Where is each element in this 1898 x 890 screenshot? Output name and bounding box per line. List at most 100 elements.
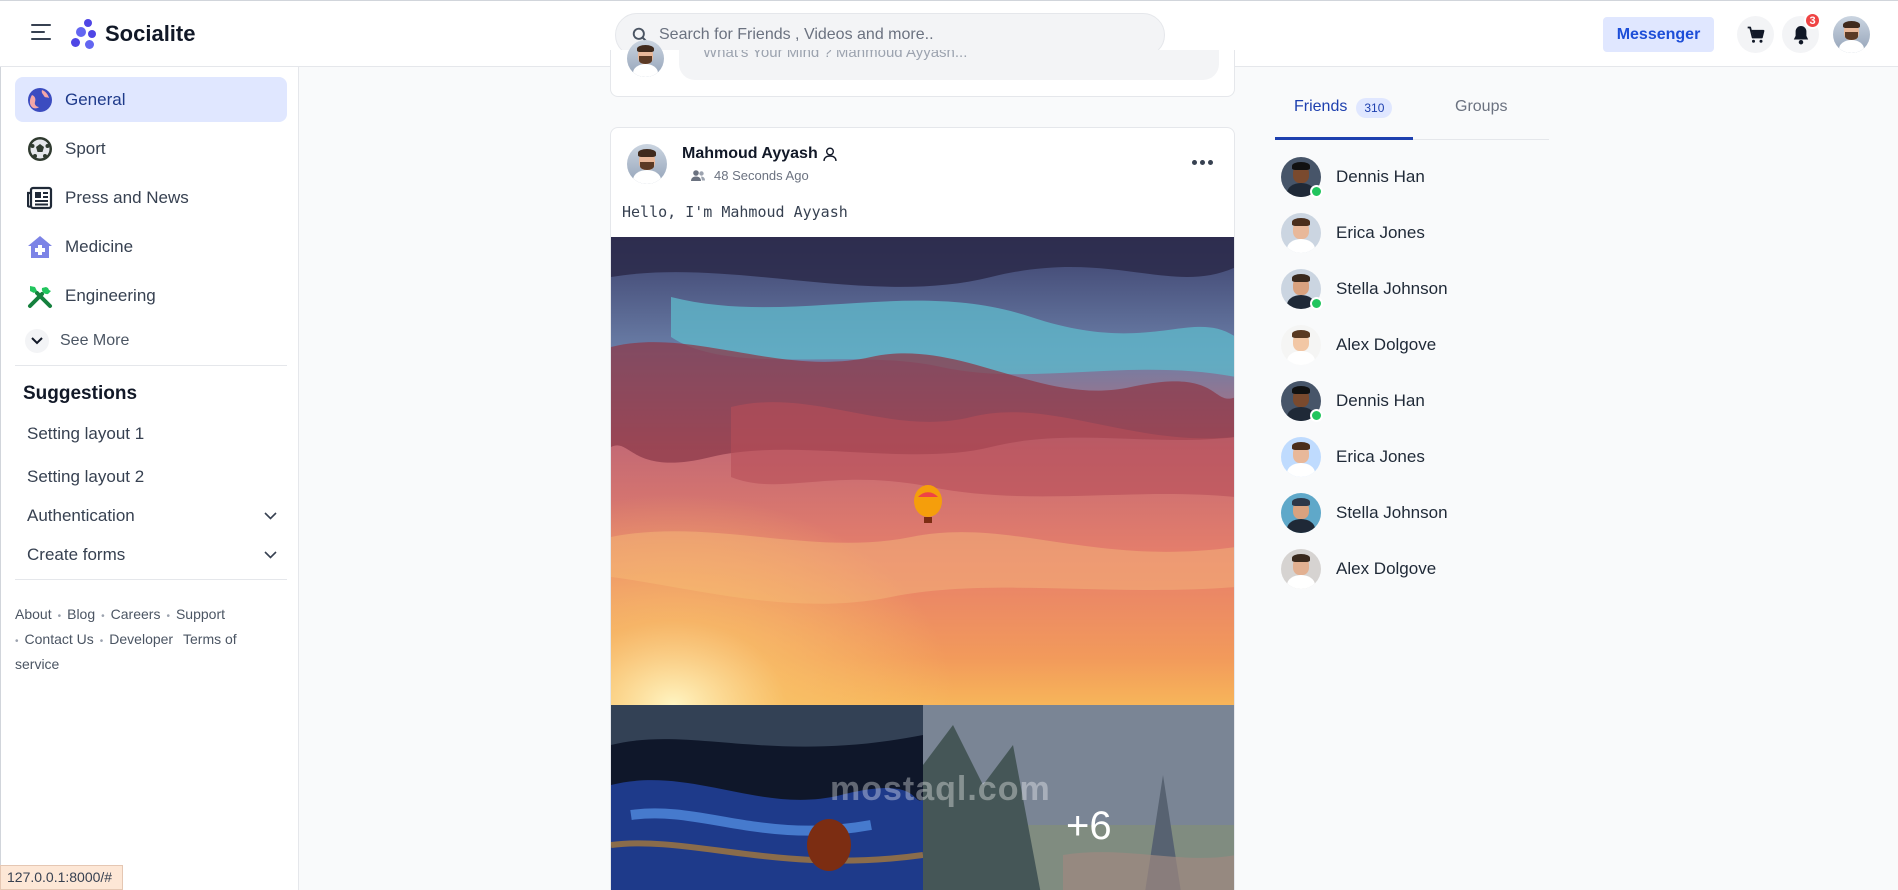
friend-item[interactable]: Erica Jones	[1281, 213, 1425, 253]
footer-link-developer[interactable]: Developer	[109, 631, 173, 647]
chevron-down-icon	[25, 329, 49, 353]
cart-icon	[1747, 26, 1764, 43]
see-more-label: See More	[60, 332, 130, 349]
post-timestamp: 48 Seconds Ago	[690, 168, 809, 183]
composer-input[interactable]: What's Your Mind ? Mahmoud Ayyash...	[679, 50, 1219, 80]
post-author-avatar[interactable]	[627, 144, 667, 184]
see-more-button[interactable]: See More	[25, 329, 129, 353]
composer-placeholder: What's Your Mind ? Mahmoud Ayyash...	[703, 50, 968, 61]
sidebar-item-label: General	[65, 89, 126, 109]
messenger-button[interactable]: Messenger	[1603, 17, 1714, 52]
soccer-ball-icon	[27, 136, 53, 162]
post-author-name: Mahmoud Ayyash	[682, 145, 818, 162]
friend-name: Dennis Han	[1336, 167, 1425, 186]
footer-link-contact-us[interactable]: Contact Us	[25, 631, 94, 647]
sidebar-item-engineering[interactable]: Engineering	[15, 273, 287, 318]
online-status-indicator	[1310, 185, 1323, 198]
sidebar-item-label: Medicine	[65, 236, 134, 256]
notification-count-badge: 3	[1804, 12, 1821, 29]
suggestion-create-forms[interactable]: Create forms	[27, 545, 277, 565]
friend-name: Alex Dolgove	[1336, 335, 1437, 354]
friend-name: Erica Jones	[1336, 447, 1425, 466]
post-composer: What's Your Mind ? Mahmoud Ayyash...	[610, 40, 1235, 97]
friend-name: Erica Jones	[1336, 223, 1425, 242]
footer-link-about[interactable]: About	[15, 606, 52, 622]
brand-name: Socialite	[105, 21, 196, 46]
suggestion-authentication[interactable]: Authentication	[27, 506, 277, 526]
status-bar-url: 127.0.0.1:8000/#	[0, 865, 123, 890]
tools-icon	[27, 283, 53, 309]
friend-item[interactable]: Alex Dolgove	[1281, 325, 1436, 365]
footer-links: About • Blog • Careers • Support • Contact Us • D…	[15, 606, 237, 672]
friend-item[interactable]: Stella Johnson	[1281, 493, 1448, 533]
sidebar-item-press-and-news[interactable]: Press and News	[15, 175, 287, 220]
friend-item[interactable]: Dennis Han	[1281, 157, 1425, 198]
friend-avatar	[1281, 493, 1321, 533]
footer-link-careers[interactable]: Careers	[111, 606, 161, 622]
post-author[interactable]: Mahmoud Ayyash	[682, 145, 837, 163]
friend-avatar	[1281, 437, 1321, 477]
sidebar-item-label: Sport	[65, 138, 106, 158]
online-status-indicator	[1310, 297, 1323, 310]
search-input[interactable]	[659, 26, 1139, 44]
friends-count-badge: 310	[1356, 98, 1393, 118]
notifications-button[interactable]: 3	[1782, 12, 1821, 53]
suggestion-label: Setting layout 2	[27, 467, 145, 486]
user-icon	[823, 147, 837, 161]
friend-name: Alex Dolgove	[1336, 559, 1437, 578]
friend-name: Dennis Han	[1336, 391, 1425, 410]
tab-groups-label: Groups	[1455, 98, 1508, 115]
sky-balloon-image	[611, 237, 1234, 705]
friend-avatar	[1281, 157, 1323, 198]
suggestion-label: Authentication	[27, 506, 135, 525]
friends-audience-icon	[691, 170, 705, 181]
tab-groups[interactable]: Groups	[1455, 90, 1507, 140]
suggestions-heading: Suggestions	[23, 383, 138, 404]
newspaper-icon	[26, 185, 53, 211]
friend-item[interactable]: Alex Dolgove	[1281, 549, 1436, 589]
friend-avatar	[1281, 381, 1323, 422]
brand-logo[interactable]: Socialite	[71, 19, 195, 49]
suggestion-label: Create forms	[27, 545, 126, 564]
footer-link-support[interactable]: Support	[176, 606, 225, 622]
friend-avatar	[1281, 269, 1323, 310]
sidebar-item-sport[interactable]: Sport	[15, 126, 287, 171]
sidebar-item-label: Press and News	[65, 187, 189, 207]
friend-item[interactable]: Erica Jones	[1281, 437, 1425, 477]
friend-avatar	[1281, 213, 1321, 253]
suggestion-label: Setting layout 1	[27, 424, 145, 443]
friend-item[interactable]: Stella Johnson	[1281, 269, 1448, 310]
sidebar-item-label: Engineering	[65, 285, 156, 305]
sidebar-item-medicine[interactable]: Medicine	[15, 224, 287, 269]
left-sidebar: General Sport Press and News Medicine En…	[0, 67, 299, 890]
post-image-main[interactable]	[611, 237, 1234, 705]
sidebar-divider	[15, 365, 287, 366]
cart-button[interactable]	[1737, 16, 1774, 53]
sidebar-divider	[15, 579, 287, 580]
suggestion-setting-layout-1[interactable]: Setting layout 1	[27, 424, 277, 444]
suggestion-setting-layout-2[interactable]: Setting layout 2	[27, 467, 277, 487]
chevron-down-icon	[264, 512, 277, 520]
chevron-down-icon	[264, 551, 277, 559]
online-status-indicator	[1310, 409, 1323, 422]
user-avatar[interactable]	[1833, 16, 1870, 53]
tab-friends-label: Friends	[1294, 98, 1348, 115]
more-media-count: +6	[1066, 804, 1112, 848]
menu-icon[interactable]	[31, 24, 51, 42]
friend-item[interactable]: Dennis Han	[1281, 381, 1425, 422]
friend-avatar	[1281, 549, 1321, 589]
post-options-button[interactable]	[1189, 160, 1213, 165]
friend-avatar	[1281, 325, 1321, 365]
friends-groups-tabs: Friends 310 Groups	[1275, 90, 1549, 140]
globe-icon	[27, 87, 53, 113]
friend-name: Stella Johnson	[1336, 279, 1448, 298]
medical-house-icon	[27, 234, 53, 260]
post-text: Hello, I'm Mahmoud Ayyash	[622, 203, 848, 221]
sidebar-item-general[interactable]: General	[15, 77, 287, 122]
socialite-logo-icon	[71, 19, 99, 49]
tab-friends[interactable]: Friends 310	[1275, 90, 1413, 140]
footer-link-blog[interactable]: Blog	[67, 606, 95, 622]
watermark: mostaql.com	[830, 770, 1051, 808]
friend-name: Stella Johnson	[1336, 503, 1448, 522]
post-time-text: 48 Seconds Ago	[714, 168, 809, 183]
